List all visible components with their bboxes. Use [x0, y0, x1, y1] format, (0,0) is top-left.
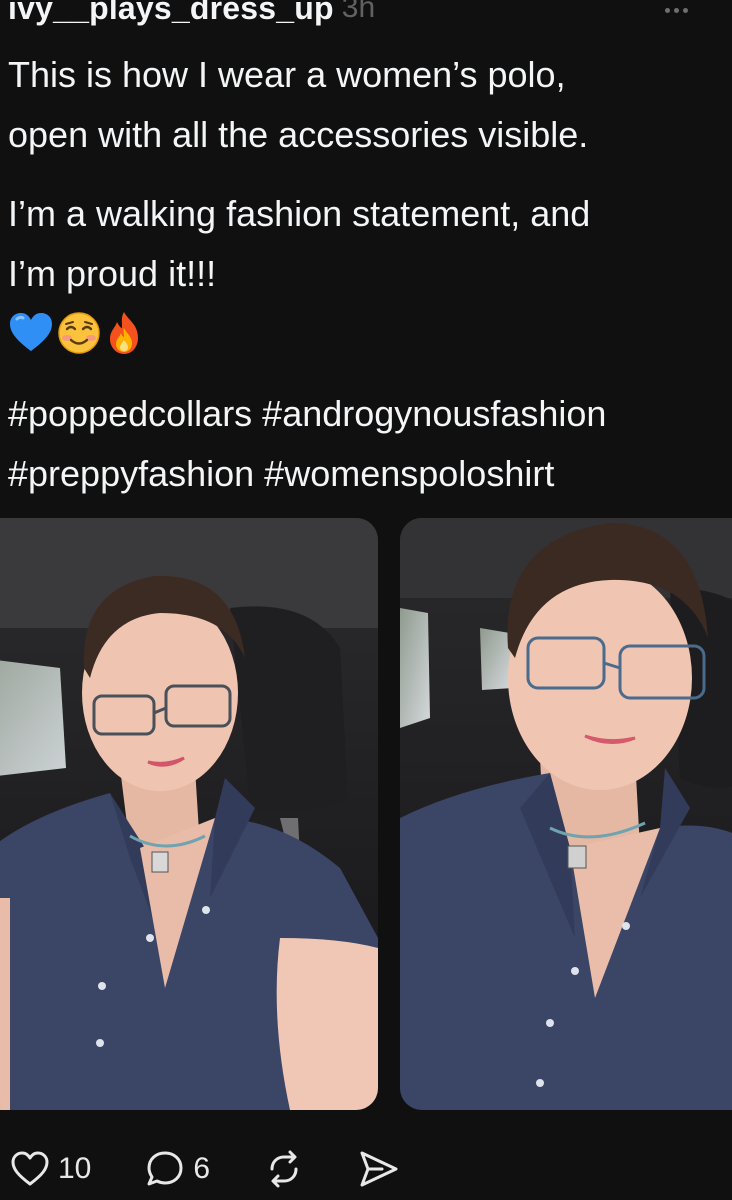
post-paragraph-2: I’m a walking fashion statement, and I’m…: [8, 184, 724, 304]
speech-bubble-icon: [147, 1151, 183, 1186]
dot: [673, 7, 679, 13]
repost-button[interactable]: [264, 1149, 304, 1189]
smiling-face-emoji-icon: [58, 312, 100, 354]
selfie-photo-right: [400, 518, 732, 1110]
fire-emoji-icon: [110, 312, 138, 354]
reply-count: 6: [193, 1152, 211, 1185]
heart-outline-icon: [11, 1151, 49, 1186]
like-count: 10: [58, 1152, 92, 1185]
emoji-row: [8, 308, 144, 358]
like-button[interactable]: 10: [10, 1150, 91, 1188]
post-image-1[interactable]: [0, 518, 378, 1110]
hashtag-line[interactable]: #poppedcollars #androgynousfashion: [8, 384, 728, 444]
hashtags: #poppedcollars #androgynousfashion #prep…: [8, 384, 728, 504]
text-line: I’m proud it!!!: [8, 253, 217, 294]
share-button[interactable]: [358, 1149, 400, 1189]
blue-heart-emoji-icon: [10, 313, 52, 351]
dot: [664, 7, 670, 13]
more-options-button[interactable]: [656, 0, 696, 20]
post-paragraph-1: This is how I wear a women’s polo, open …: [8, 45, 724, 165]
post-image-2[interactable]: [400, 518, 732, 1110]
text-line: open with all the accessories visible.: [8, 114, 589, 155]
selfie-photo-left: [0, 518, 378, 1110]
dot: [682, 7, 688, 13]
timestamp: 3h: [341, 0, 376, 24]
post-header: ivy__plays_dress_up 3h: [8, 0, 375, 28]
repost-arrows-icon: [270, 1150, 298, 1188]
hashtag-line[interactable]: #preppyfashion #womenspoloshirt: [8, 444, 728, 504]
reply-button[interactable]: 6: [145, 1149, 210, 1189]
post-actions: 10 6: [10, 1146, 434, 1192]
threads-post: ivy__plays_dress_up 3h This is how I wea…: [0, 0, 732, 1200]
send-paper-plane-icon: [360, 1151, 398, 1187]
username[interactable]: ivy__plays_dress_up: [8, 0, 334, 27]
text-line: This is how I wear a women’s polo,: [8, 54, 566, 95]
text-line: I’m a walking fashion statement, and: [8, 193, 591, 234]
